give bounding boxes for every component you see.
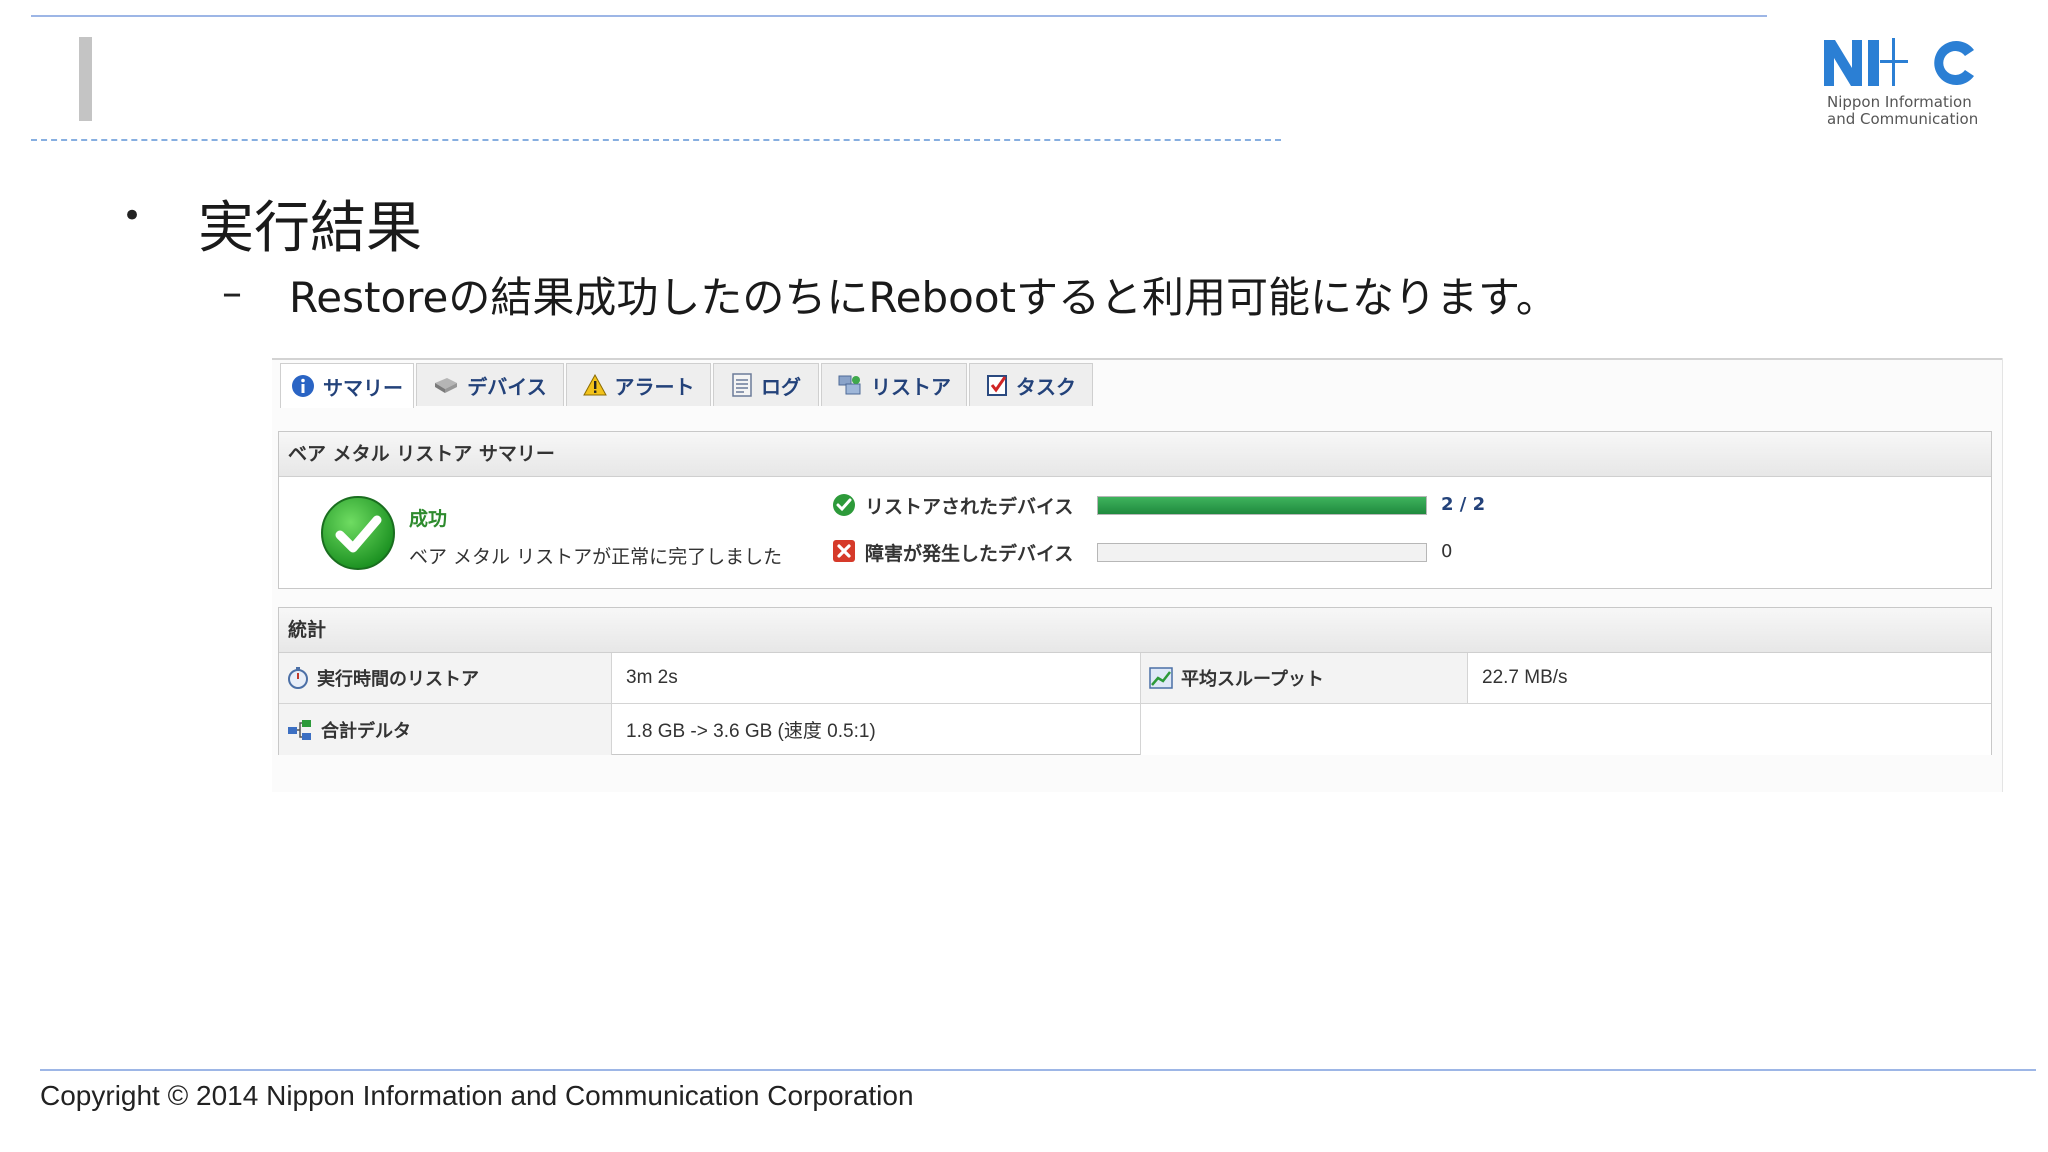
nic-logo: Nippon Information and Communication — [1822, 34, 1987, 134]
empty-cell — [1141, 704, 1991, 755]
tab-alerts[interactable]: アラート — [566, 363, 711, 406]
restored-devices-value: 2 / 2 — [1441, 494, 1486, 515]
success-check-icon — [321, 496, 395, 570]
tab-bar: サマリー デバイス アラート ログ リストア タスク — [272, 358, 2002, 408]
elapsed-time-label: 実行時間のリストア — [279, 653, 612, 704]
total-delta-value: 1.8 GB -> 3.6 GB (速度 0.5:1) — [612, 704, 1141, 755]
total-delta-label: 合計デルタ — [279, 704, 612, 755]
footer-rule — [40, 1069, 2036, 1071]
failed-x-icon — [833, 540, 855, 562]
log-icon — [732, 373, 752, 397]
avg-throughput-label: 平均スループット — [1141, 653, 1468, 704]
disk-icon — [435, 378, 458, 393]
logo-subtitle: Nippon Information and Communication — [1827, 94, 1978, 128]
info-icon — [292, 375, 314, 397]
top-rule — [31, 15, 1767, 17]
tab-label: タスク — [1016, 374, 1076, 399]
slide-heading: 実行結果 — [198, 196, 422, 261]
tab-label: アラート — [614, 374, 695, 399]
status-text: 成功 — [409, 508, 448, 530]
chart-icon — [1149, 667, 1173, 689]
restore-icon — [838, 375, 861, 395]
tab-summary[interactable]: サマリー — [280, 363, 414, 408]
restore-summary-panel: ベア メタル リストア サマリー 成功 ベア メタル リストアが正常に完了しまし… — [278, 431, 1992, 589]
failed-devices-label: 障害が発生したデバイス — [865, 543, 1074, 565]
tab-label: デバイス — [467, 374, 547, 399]
tab-label: リストア — [871, 374, 951, 399]
restored-devices-bar — [1097, 496, 1427, 515]
nic-logo-mark — [1824, 38, 1974, 86]
total-delta-text: 合計デルタ — [321, 720, 411, 742]
tab-log[interactable]: ログ — [713, 363, 819, 406]
copyright-text: Copyright © 2014 Nippon Information and … — [40, 1080, 914, 1111]
failed-devices-bar — [1097, 543, 1427, 562]
restored-devices-bar-fill — [1098, 497, 1426, 514]
restored-check-icon — [833, 494, 855, 516]
title-accent-bar — [79, 37, 92, 121]
slide-subheading: Restoreの結果成功したのちにRebootすると利用可能になります。 — [289, 273, 1558, 322]
bullet-dot: • — [122, 196, 143, 236]
tab-label: ログ — [761, 374, 801, 399]
logo-line-2: and Communication — [1827, 110, 1979, 128]
elapsed-time-text: 実行時間のリストア — [317, 669, 479, 690]
status-description: ベア メタル リストアが正常に完了しました — [409, 546, 783, 568]
sub-bullet-dash: – — [222, 270, 242, 316]
avg-throughput-text: 平均スループット — [1181, 669, 1324, 690]
panel-title: 統計 — [279, 608, 1991, 653]
elapsed-time-value: 3m 2s — [612, 653, 1141, 704]
task-icon — [987, 375, 1007, 396]
avg-throughput-value: 22.7 MB/s — [1468, 653, 1991, 704]
delta-icon — [288, 719, 311, 740]
tab-task[interactable]: タスク — [969, 363, 1093, 406]
tab-restore[interactable]: リストア — [821, 363, 967, 406]
tab-label: サマリー — [323, 375, 403, 400]
warning-icon — [582, 374, 607, 396]
logo-line-1: Nippon Information — [1827, 93, 1972, 111]
statistics-panel: 統計 実行時間のリストア 3m 2s 平均スループット 22.7 MB/s 合計… — [278, 607, 1992, 755]
failed-devices-value: 0 — [1441, 541, 1453, 562]
restore-summary-screenshot: サマリー デバイス アラート ログ リストア タスク ベア メタル リストア サ… — [272, 358, 2003, 792]
tab-devices[interactable]: デバイス — [416, 363, 564, 406]
restored-devices-label: リストアされたデバイス — [865, 496, 1074, 518]
panel-title: ベア メタル リストア サマリー — [279, 432, 1991, 477]
dashed-rule — [31, 139, 1281, 141]
stopwatch-icon — [288, 667, 308, 689]
